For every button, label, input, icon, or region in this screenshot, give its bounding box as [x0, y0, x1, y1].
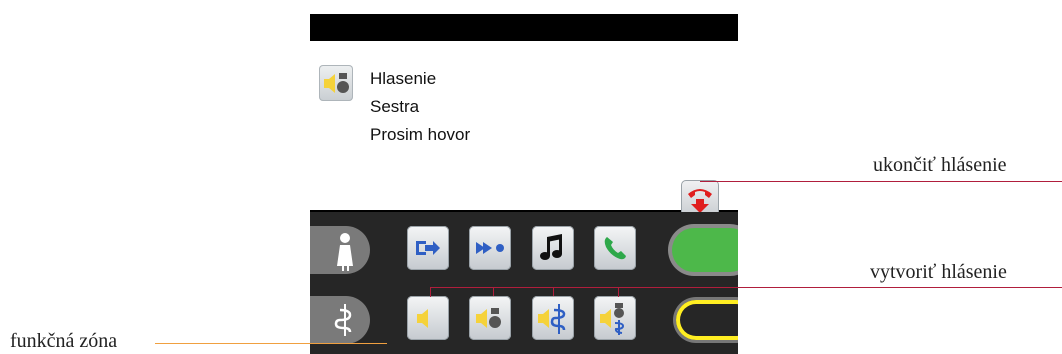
exit-arrow-icon — [416, 241, 440, 255]
phone-button[interactable] — [594, 226, 636, 270]
doctor-staff-icon — [334, 304, 352, 336]
music-button[interactable] — [532, 226, 574, 270]
announcement-doctor-icon — [538, 304, 566, 334]
create-announcement-bracket — [430, 287, 619, 297]
device-screen: Hlasenie Sestra Prosim hovor — [310, 14, 738, 354]
forward-dots-icon — [476, 242, 504, 254]
create-announcement-label: vytvoriť hlásenie — [870, 261, 1007, 283]
announcement-emergency-button[interactable] — [594, 296, 636, 340]
end-announcement-callout-line — [700, 181, 1062, 182]
green-status-pill[interactable] — [672, 228, 738, 272]
yellow-status-pill[interactable] — [676, 300, 738, 340]
announcement-nurse-button[interactable] — [469, 296, 511, 340]
phone-icon — [604, 237, 626, 260]
announcement-button[interactable] — [407, 296, 449, 340]
announcement-doctor-button[interactable] — [532, 296, 574, 340]
forward-button[interactable] — [469, 226, 511, 270]
message-line: Hlasenie — [370, 69, 437, 88]
function-row-1 — [310, 224, 738, 276]
create-announcement-callout-line — [617, 287, 1062, 288]
create-announcement-bracket-tick — [493, 287, 494, 296]
announcement-emergency-icon — [600, 303, 625, 335]
message-line: Sestra — [370, 97, 420, 116]
announcement-nurse-icon — [476, 308, 501, 328]
nurse-presence-button[interactable] — [310, 226, 370, 274]
announcement-nurse-icon — [319, 65, 353, 101]
nurse-presence-icon — [337, 233, 353, 271]
music-icon — [540, 234, 562, 260]
create-announcement-bracket-tick — [553, 287, 554, 296]
exit-arrow-button[interactable] — [407, 226, 449, 270]
announcement-icon — [417, 309, 428, 328]
message-text: Hlasenie Sestra Prosim hovor — [370, 65, 470, 149]
message-line: Prosim hovor — [370, 125, 471, 144]
doctor-staff-button[interactable] — [310, 296, 370, 344]
function-zone-label: funkčná zóna — [10, 330, 118, 352]
function-zone — [310, 212, 738, 354]
message-area: Hlasenie Sestra Prosim hovor — [310, 41, 738, 218]
end-announcement-label: ukončiť hlásenie — [873, 154, 1007, 176]
top-status-bar — [310, 14, 738, 41]
function-zone-callout-line — [155, 343, 387, 344]
function-row-2 — [310, 294, 738, 346]
